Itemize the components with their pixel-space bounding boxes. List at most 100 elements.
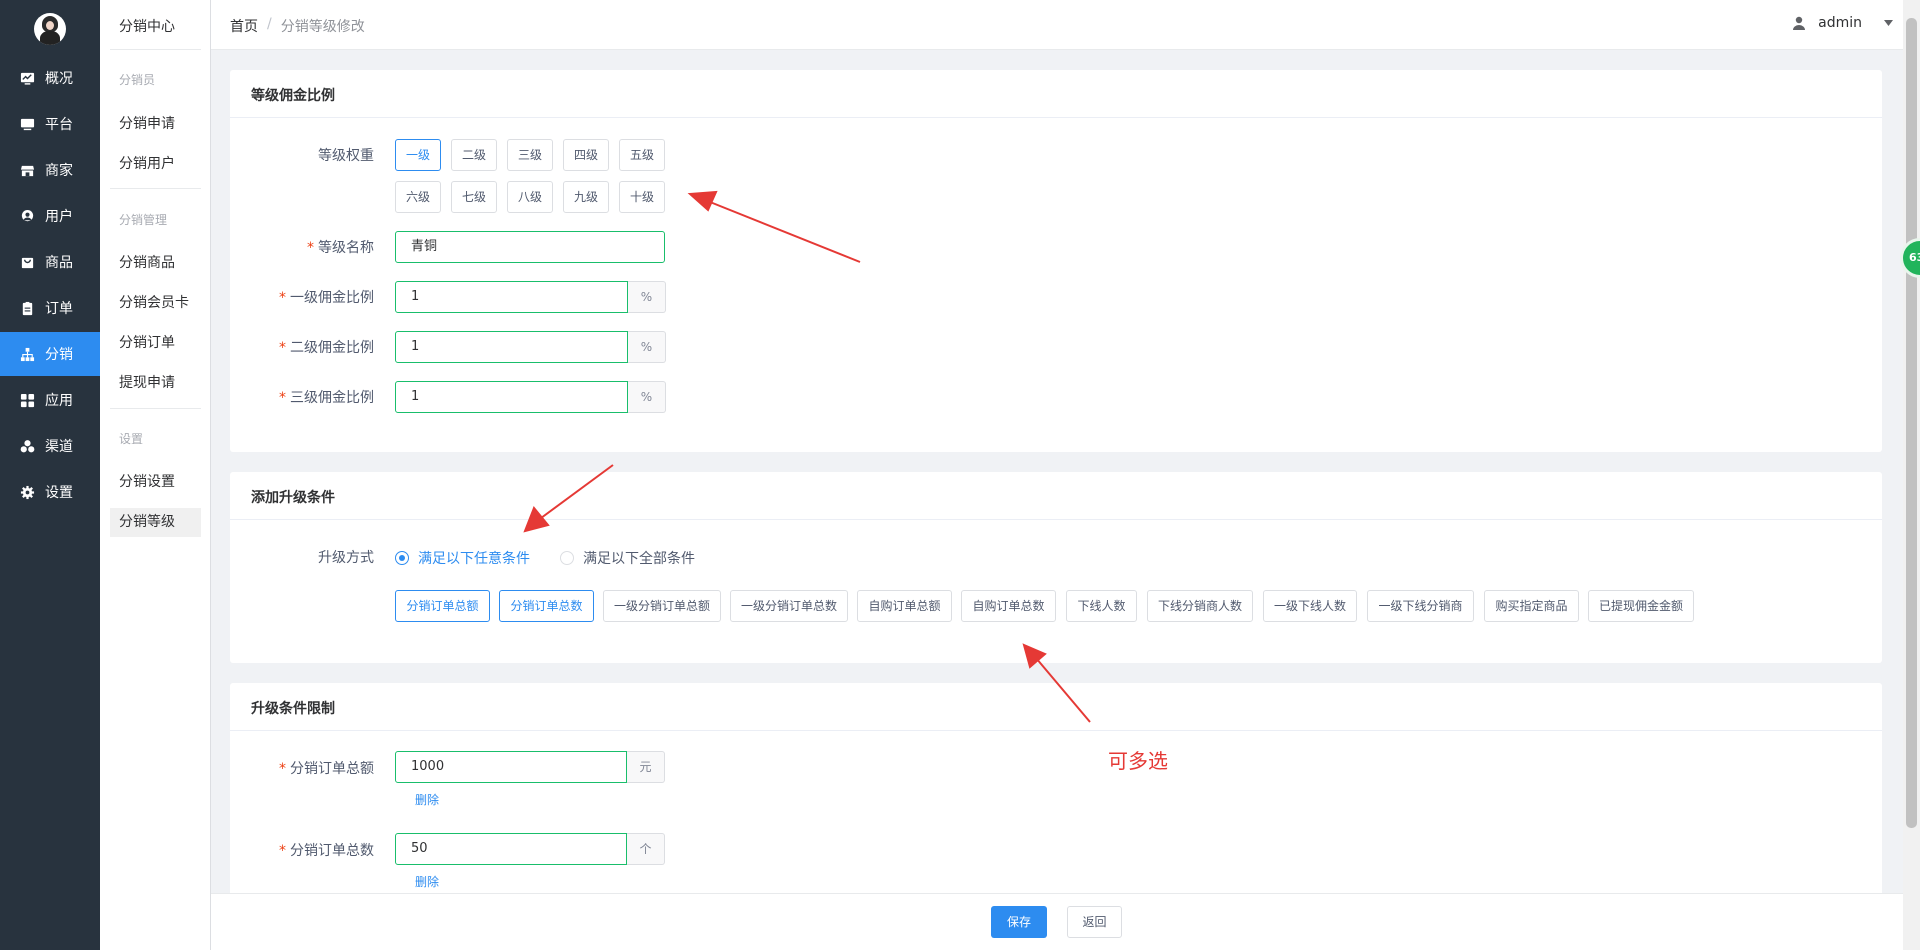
card-title: 升级条件限制 — [251, 701, 335, 717]
subnav-item-withdraw[interactable]: 提现申请 — [110, 369, 201, 398]
upgrade-conditions-card: 添加升级条件 升级方式 满足以下任意条件 满足以下全部条件 分销订单总额 分销订… — [230, 472, 1882, 663]
grade-button[interactable]: 三级 — [507, 139, 553, 171]
sidebar-item-label: 商品 — [45, 255, 73, 271]
divider — [110, 49, 201, 50]
clipboard-icon — [20, 301, 35, 316]
subnav-item-users[interactable]: 分销用户 — [110, 150, 201, 179]
condition-button[interactable]: 自购订单总额 — [857, 590, 952, 622]
desktop-icon — [20, 117, 35, 132]
unit-suffix: 元 — [627, 751, 665, 783]
sidebar-item-goods[interactable]: 商品 — [0, 240, 100, 284]
condition-button[interactable]: 分销订单总数 — [499, 590, 594, 622]
radio-all-conditions[interactable]: 满足以下全部条件 — [560, 548, 695, 568]
rate-label: * 二级佣金比例 — [279, 340, 374, 356]
order-total-count-input[interactable]: 50 — [395, 833, 627, 865]
unit-suffix: % — [628, 381, 666, 413]
condition-button[interactable]: 下线人数 — [1066, 590, 1137, 622]
sidebar-item-label: 渠道 — [45, 439, 73, 455]
level1-rate-input[interactable]: 1 — [395, 281, 628, 313]
grade-button[interactable]: 九级 — [563, 181, 609, 213]
rate-label: * 三级佣金比例 — [279, 390, 374, 406]
sidebar-item-label: 概况 — [45, 71, 73, 87]
sidebar-item-apps[interactable]: 应用 — [0, 378, 100, 422]
grade-button[interactable]: 二级 — [451, 139, 497, 171]
subnav-item-orders[interactable]: 分销订单 — [110, 329, 201, 358]
subnav-item-distribution-settings[interactable]: 分销设置 — [110, 468, 201, 497]
condition-button[interactable]: 一级分销订单总数 — [730, 590, 848, 622]
delete-link[interactable]: 删除 — [415, 791, 439, 808]
user-icon — [20, 209, 35, 224]
limit-label: * 分销订单总额 — [279, 761, 374, 777]
condition-button[interactable]: 下线分销商人数 — [1147, 590, 1253, 622]
radio-circle — [560, 551, 574, 565]
sidebar-item-overview[interactable]: 概况 — [0, 56, 100, 100]
grade-button[interactable]: 四级 — [563, 139, 609, 171]
card-title: 等级佣金比例 — [251, 88, 335, 104]
radio-any-condition[interactable]: 满足以下任意条件 — [395, 548, 530, 568]
sidebar-item-label: 应用 — [45, 393, 73, 409]
condition-button[interactable]: 购买指定商品 — [1484, 590, 1579, 622]
avatar[interactable] — [34, 13, 66, 45]
condition-button[interactable]: 已提现佣金金额 — [1588, 590, 1694, 622]
card-title: 添加升级条件 — [251, 490, 335, 506]
back-button[interactable]: 返回 — [1067, 906, 1122, 938]
unit-suffix: % — [628, 331, 666, 363]
subnav-item-goods[interactable]: 分销商品 — [110, 249, 201, 278]
unit-suffix: % — [628, 281, 666, 313]
grade-button[interactable]: 一级 — [395, 139, 441, 171]
condition-button[interactable]: 分销订单总额 — [395, 590, 490, 622]
sidebar-item-label: 订单 — [45, 301, 73, 317]
cubes-icon — [20, 439, 35, 454]
subnav-item-member-card[interactable]: 分销会员卡 — [110, 289, 201, 318]
upgrade-limit-card: 升级条件限制 * 分销订单总额 1000 元 删除 * 分销订单总数 50 个 删除 — [230, 683, 1882, 913]
level2-rate-input[interactable]: 1 — [395, 331, 628, 363]
level-name-input[interactable]: 青铜 — [395, 231, 665, 263]
upgrade-method-label: 升级方式 — [318, 550, 374, 566]
delete-link[interactable]: 删除 — [415, 873, 439, 890]
condition-button[interactable]: 一级下线人数 — [1263, 590, 1357, 622]
divider — [230, 519, 1882, 520]
username: admin — [1818, 15, 1862, 31]
grade-button[interactable]: 七级 — [451, 181, 497, 213]
condition-button[interactable]: 自购订单总数 — [961, 590, 1056, 622]
condition-button[interactable]: 一级分销订单总额 — [603, 590, 721, 622]
grade-button[interactable]: 五级 — [619, 139, 665, 171]
save-button[interactable]: 保存 — [991, 906, 1047, 938]
top-bar: 首页 / 分销等级修改 admin — [211, 0, 1903, 50]
unit-suffix: 个 — [627, 833, 665, 865]
gear-icon — [20, 485, 35, 500]
condition-button[interactable]: 一级下线分销商 — [1367, 590, 1474, 622]
grade-button[interactable]: 八级 — [507, 181, 553, 213]
rate-label: * 一级佣金比例 — [279, 290, 374, 306]
level3-rate-input[interactable]: 1 — [395, 381, 628, 413]
bag-icon — [20, 255, 35, 270]
grade-button[interactable]: 十级 — [619, 181, 665, 213]
sidebar-item-channel[interactable]: 渠道 — [0, 424, 100, 468]
grade-weight-label: 等级权重 — [318, 148, 374, 164]
scrollbar-thumb[interactable] — [1906, 18, 1917, 828]
sidebar-item-distribution[interactable]: 分销 — [0, 332, 100, 376]
subnav-group-management: 分销管理 — [119, 213, 168, 227]
grade-button[interactable]: 六级 — [395, 181, 441, 213]
sidebar-item-user[interactable]: 用户 — [0, 194, 100, 238]
divider — [230, 117, 1882, 118]
sidebar-item-platform[interactable]: 平台 — [0, 102, 100, 146]
breadcrumb-current: 分销等级修改 — [280, 19, 365, 35]
subnav-item-distribution-level[interactable]: 分销等级 — [110, 508, 201, 537]
user-menu[interactable]: admin — [1792, 15, 1893, 31]
sidebar-item-order[interactable]: 订单 — [0, 286, 100, 330]
subnav-title: 分销中心 — [119, 19, 175, 35]
divider — [230, 730, 1882, 731]
divider — [110, 188, 201, 189]
page-scrollbar[interactable] — [1903, 0, 1920, 950]
sidebar-item-settings[interactable]: 设置 — [0, 470, 100, 514]
subnav-group-distributor: 分销员 — [119, 73, 156, 87]
subnav-item-application[interactable]: 分销申请 — [110, 110, 201, 139]
sidebar-item-merchant[interactable]: 商家 — [0, 148, 100, 192]
order-total-amount-input[interactable]: 1000 — [395, 751, 627, 783]
breadcrumb-home[interactable]: 首页 — [230, 16, 258, 36]
sitemap-icon — [20, 347, 35, 362]
main-sidebar: 概况 平台 商家 用户 商品 订单 分销 应用 渠道 设置 — [0, 0, 100, 950]
commission-card: 等级佣金比例 等级权重 一级 二级 三级 四级 五级 六级 七级 八级 九级 十… — [230, 70, 1882, 452]
breadcrumb: 首页 / 分销等级修改 — [230, 16, 365, 36]
